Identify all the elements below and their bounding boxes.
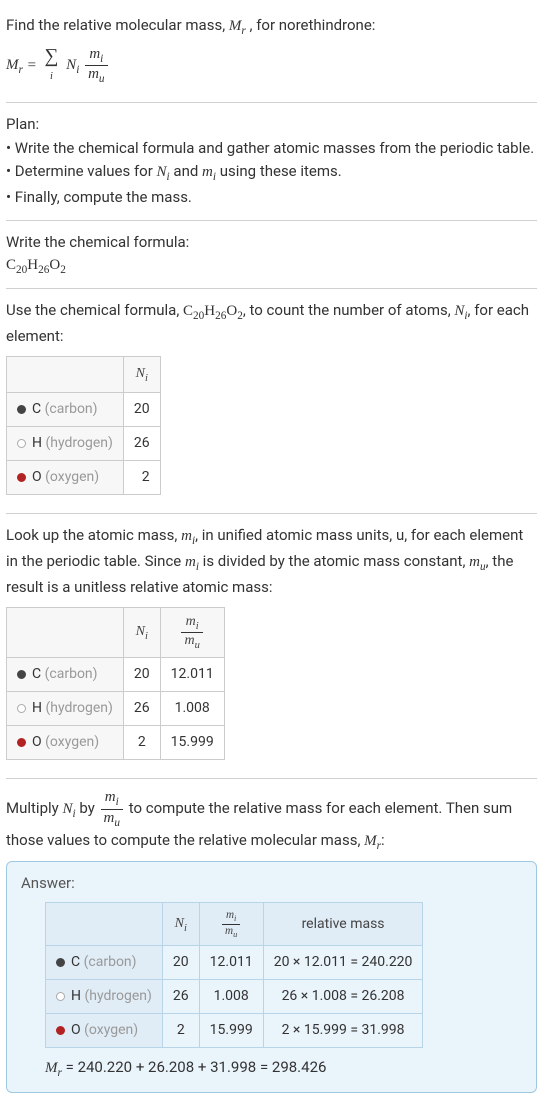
multiply-text: Multiply Ni by mi mu to compute the rela… <box>6 789 537 855</box>
element-dot-icon <box>17 670 26 679</box>
table-header-row: Ni <box>7 356 161 393</box>
element-dot-icon <box>17 405 26 414</box>
final-result: Mr = 240.220 + 26.208 + 31.998 = 298.426 <box>45 1056 526 1082</box>
plan-heading: Plan: <box>6 113 537 136</box>
mi-over-mu: mi mu <box>85 46 107 86</box>
element-dot-icon <box>17 473 26 482</box>
mr-symbol: Mr <box>229 18 250 34</box>
count-atoms-section: Use the chemical formula, C20H26O2, to c… <box>6 289 537 514</box>
element-dot-icon <box>56 958 65 967</box>
table-row: H (hydrogen) 26 <box>7 427 161 461</box>
table-row: O (oxygen) 2 <box>7 461 161 495</box>
table-header-row: Ni mi mu relative mass <box>46 903 423 946</box>
plan-section: Plan: Write the chemical formula and gat… <box>6 103 537 221</box>
table-row: C (carbon) 20 <box>7 393 161 427</box>
intro-section: Find the relative molecular mass, Mr , f… <box>6 4 537 103</box>
table-row: H (hydrogen) 26 1.008 <box>7 692 225 726</box>
answer-box: Answer: Ni mi mu relative mass C (carbon… <box>6 861 537 1093</box>
write-formula-heading: Write the chemical formula: <box>6 231 537 254</box>
element-dot-icon <box>56 1026 65 1035</box>
element-dot-icon <box>17 738 26 747</box>
plan-item: Determine values for Ni and mi using the… <box>6 160 537 186</box>
sum-symbol: ∑ i <box>45 47 59 85</box>
intro-text-a: Find the relative molecular mass, <box>6 16 229 34</box>
table-row: O (oxygen) 2 15.999 <box>7 726 225 760</box>
answer-label: Answer: <box>21 872 526 895</box>
element-dot-icon <box>17 439 26 448</box>
chemical-formula: C20H26O2 <box>6 254 537 279</box>
intro-text-b: , for norethindrone: <box>250 16 376 34</box>
element-dot-icon <box>56 992 65 1001</box>
mass-table: Ni mi mu C (carbon) 20 12.011 H (hydroge… <box>6 607 225 761</box>
count-atoms-text: Use the chemical formula, C20H26O2, to c… <box>6 299 537 347</box>
lookup-section: Look up the atomic mass, mi, in unified … <box>6 514 537 779</box>
answer-table: Ni mi mu relative mass C (carbon) 20 12.… <box>45 902 423 1048</box>
table-header-row: Ni mi mu <box>7 607 225 658</box>
mr-equation: Mr = ∑ i Ni mi mu <box>6 46 537 86</box>
table-row: O (oxygen) 2 15.999 2 × 15.999 = 31.998 <box>46 1014 423 1048</box>
lookup-text: Look up the atomic mass, mi, in unified … <box>6 524 537 598</box>
element-dot-icon <box>17 704 26 713</box>
answer-section: Multiply Ni by mi mu to compute the rela… <box>6 779 537 1113</box>
ni-table: Ni C (carbon) 20 H (hydrogen) 26 O (oxyg… <box>6 356 161 496</box>
table-row: C (carbon) 20 12.011 <box>7 658 225 692</box>
table-row: C (carbon) 20 12.011 20 × 12.011 = 240.2… <box>46 946 423 980</box>
plan-item: Write the chemical formula and gather at… <box>6 137 537 160</box>
table-row: H (hydrogen) 26 1.008 26 × 1.008 = 26.20… <box>46 980 423 1014</box>
plan-list: Write the chemical formula and gather at… <box>6 137 537 208</box>
intro-line: Find the relative molecular mass, Mr , f… <box>6 14 537 40</box>
plan-item: Finally, compute the mass. <box>6 186 537 209</box>
write-formula-section: Write the chemical formula: C20H26O2 <box>6 221 537 289</box>
